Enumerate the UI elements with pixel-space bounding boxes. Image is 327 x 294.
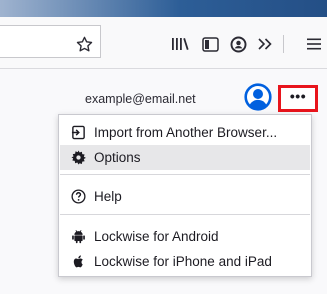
menu-item-import[interactable]: Import from Another Browser... — [60, 120, 310, 145]
account-icon[interactable] — [228, 34, 248, 54]
menu-item-lockwise-android[interactable]: Lockwise for Android — [60, 224, 310, 249]
menu-item-options[interactable]: Options — [60, 145, 310, 170]
menu-item-label: Import from Another Browser... — [94, 125, 278, 140]
help-icon — [69, 188, 87, 206]
browser-toolbar — [0, 17, 327, 69]
menu-item-label: Lockwise for Android — [94, 229, 219, 244]
overflow-chevron-icon[interactable] — [255, 34, 275, 54]
library-icon[interactable] — [170, 34, 190, 54]
star-icon[interactable] — [74, 34, 94, 54]
sidebar-icon[interactable] — [200, 34, 220, 54]
gear-icon — [69, 149, 87, 167]
menu-item-label: Lockwise for iPhone and iPad — [94, 254, 272, 269]
hamburger-menu-icon[interactable] — [304, 34, 324, 54]
menu-item-label: Help — [94, 189, 122, 204]
options-menu: Import from Another Browser... Options H… — [58, 114, 312, 277]
menu-separator — [60, 174, 310, 175]
more-options-label: ••• — [289, 87, 307, 104]
import-icon — [69, 124, 87, 142]
apple-icon — [69, 253, 87, 271]
menu-item-lockwise-ios[interactable]: Lockwise for iPhone and iPad — [60, 249, 310, 274]
more-options-button[interactable]: ••• — [278, 85, 318, 112]
avatar-icon[interactable] — [244, 83, 272, 111]
menu-item-label: Options — [94, 150, 141, 165]
menu-item-help[interactable]: Help — [60, 184, 310, 209]
account-email: example@email.net — [85, 92, 196, 106]
android-icon — [69, 228, 87, 246]
toolbar-separator — [283, 35, 284, 53]
window-titlebar — [0, 0, 327, 17]
menu-separator — [60, 214, 310, 215]
